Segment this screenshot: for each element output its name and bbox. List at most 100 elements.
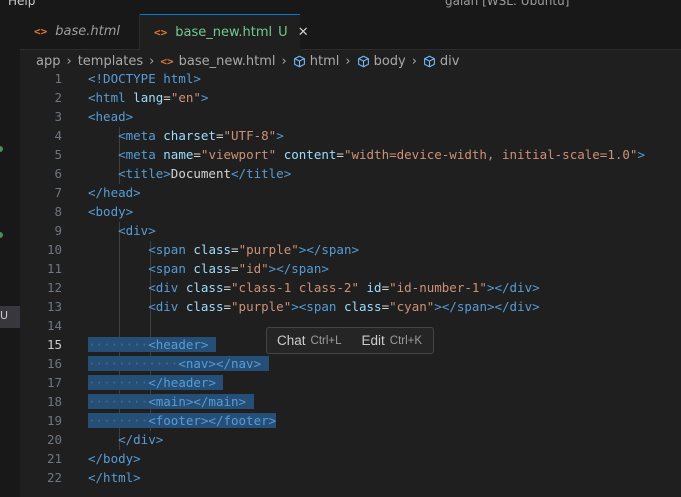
chat-button[interactable]: Chat [277, 333, 306, 348]
string-token: "UTF-8" [223, 128, 277, 143]
attr-token: class [343, 299, 382, 314]
line-number: 20 [46, 432, 62, 447]
code-text: ············<nav></nav> [88, 356, 269, 371]
tag-token: </span> [441, 299, 495, 314]
breadcrumb-div[interactable]: div [440, 54, 460, 69]
tag-token: </span> [276, 261, 329, 276]
string-token: "purple" [231, 299, 292, 314]
breadcrumb-file[interactable]: base_new.html [179, 54, 276, 69]
close-icon[interactable]: ✕ [298, 25, 309, 40]
attr-token: class [185, 299, 224, 314]
cube-icon [293, 55, 306, 68]
tab-base-html[interactable]: <> base.html [20, 14, 140, 49]
attr-token: charset [163, 128, 216, 143]
line-number: 13 [46, 299, 62, 314]
tag-token: <meta [118, 128, 156, 143]
attr-token: class [185, 280, 224, 295]
tab-bar: <> base.html <> base_new.html U ✕ [20, 14, 681, 50]
code-text: </html> [88, 470, 141, 485]
code-line: 1 <!DOCTYPE html> [20, 70, 681, 89]
breadcrumb: app › templates › <> base_new.html › htm… [36, 52, 459, 70]
line-number: 6 [54, 166, 62, 181]
tag-token: <span [148, 242, 186, 257]
breadcrumb-html[interactable]: html [310, 54, 340, 69]
code-text: <div class="purple"><span class="cyan"><… [148, 299, 540, 314]
code-line: 16 ············<nav></nav> [20, 355, 681, 374]
tab-label: base.html [55, 24, 120, 39]
breadcrumb-app[interactable]: app [36, 54, 60, 69]
tag-token: <div [148, 280, 179, 295]
code-line: 9 <div> [20, 222, 681, 241]
code-text: </div> [88, 432, 163, 447]
tag-token: </header> [148, 375, 216, 390]
line-number: 8 [54, 204, 62, 219]
code-text: <meta charset="UTF-8"> [118, 128, 284, 143]
tag-token: <span [298, 299, 337, 314]
tag-token: <div> [118, 223, 156, 238]
code-line: 7 </head> [20, 184, 681, 203]
code-text: ········</header> [88, 375, 224, 390]
html-file-icon: <> [154, 26, 168, 39]
code-line: 19 ········<footer></footer> [20, 412, 681, 431]
code-line: 5 <meta name="viewport" content="width=d… [20, 146, 681, 165]
code-line: 6 <title>Document</title> [20, 165, 681, 184]
html-file-icon: <> [160, 54, 174, 68]
code-text: ········<footer></footer> [88, 413, 277, 428]
code-line: 13 <div class="purple"><span class="cyan… [20, 298, 681, 317]
code-text: </head> [88, 185, 141, 200]
tag-token: <main></main> [148, 394, 247, 409]
line-number: 16 [46, 356, 62, 371]
code-line: 10 <span class="purple"></span> [20, 241, 681, 260]
code-text: <html lang="en"> [88, 90, 209, 105]
breadcrumb-body[interactable]: body [374, 54, 406, 69]
tag-token: <span [148, 261, 186, 276]
tag-token: <head> [88, 109, 134, 124]
code-line: 17 ········</header> [20, 374, 681, 393]
line-number: 18 [46, 394, 62, 409]
status-dot-icon [0, 146, 3, 152]
tag-token: </html> [88, 470, 141, 485]
line-number: 9 [54, 223, 62, 238]
tab-base-new-html[interactable]: <> base_new.html U ✕ [140, 14, 309, 50]
breadcrumb-templates[interactable]: templates [78, 54, 143, 69]
tag-token: <body> [88, 204, 134, 219]
untracked-letter: U [0, 309, 9, 322]
line-number: 4 [54, 128, 62, 143]
tag-token: <div [148, 299, 179, 314]
untracked-indicator[interactable]: U [0, 306, 20, 328]
attr-token: id [366, 280, 382, 295]
line-number: 19 [46, 413, 62, 428]
line-number: 10 [46, 242, 62, 257]
code-text: <!DOCTYPE html> [88, 71, 201, 86]
tag-token: <html [88, 90, 126, 105]
chevron-right-icon: › [66, 53, 72, 69]
line-number: 3 [54, 109, 62, 124]
tag-token: </div> [494, 299, 540, 314]
code-text: <title>Document</title> [88, 166, 291, 181]
code-line: 4 <meta charset="UTF-8"> [20, 127, 681, 146]
attr-token: class [193, 242, 232, 257]
tag-token: </div> [494, 280, 540, 295]
line-number: 12 [46, 280, 62, 295]
doctype-token: <!DOCTYPE html> [88, 71, 201, 86]
tag-token: </head> [88, 185, 141, 200]
code-text: <span class="id"></span> [148, 261, 329, 276]
menu-help[interactable]: Help [8, 0, 35, 8]
code-text: </body> [88, 451, 141, 466]
code-editor[interactable]: 1 <!DOCTYPE html> 2 <html lang="en"> 3 <… [20, 70, 681, 497]
tag-token: <title> [118, 166, 171, 181]
line-number: 5 [54, 147, 62, 162]
code-text: ········<main></main> [88, 394, 254, 409]
string-token: "width=device-width, initial-scale=1.0" [343, 147, 638, 162]
code-text: <head> [88, 109, 133, 124]
text-token: Document [170, 166, 232, 181]
tag-token: </body> [88, 451, 141, 466]
line-number: 2 [54, 90, 62, 105]
line-number: 14 [46, 318, 62, 333]
code-text: <div class="class-1 class-2" id="id-numb… [148, 280, 540, 295]
chevron-right-icon: › [411, 53, 417, 69]
edit-button[interactable]: Edit [362, 333, 385, 348]
chevron-right-icon: › [281, 53, 287, 69]
edit-shortcut: Ctrl+K [389, 334, 423, 347]
string-token: "id" [238, 261, 269, 276]
